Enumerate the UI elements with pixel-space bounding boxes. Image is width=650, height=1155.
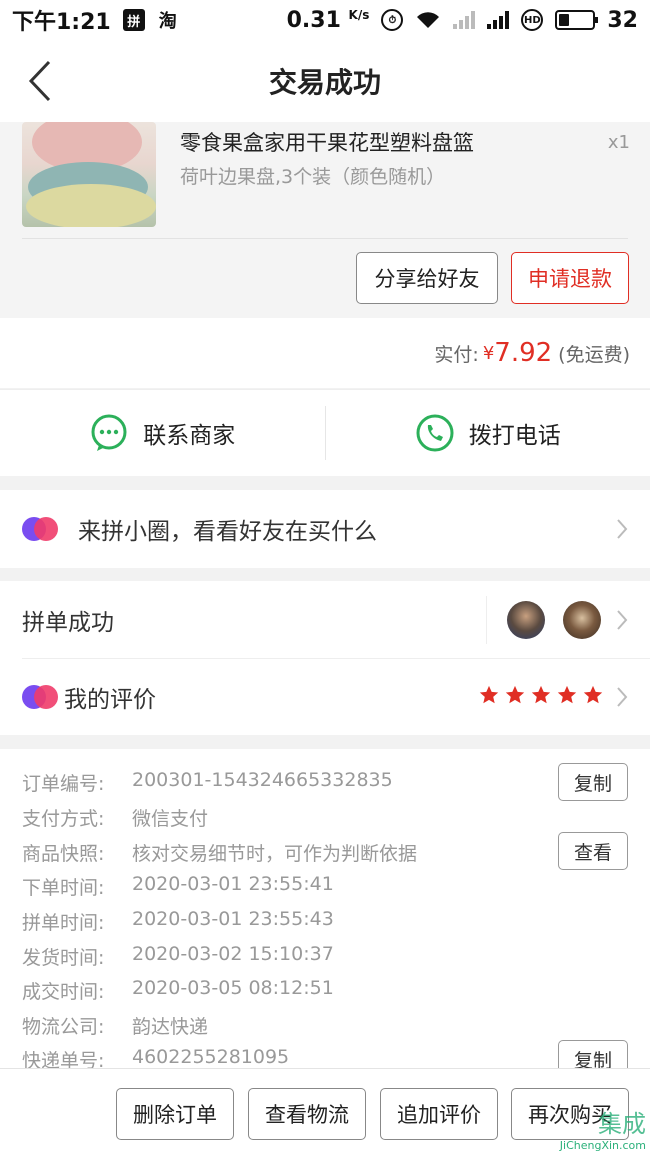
- group-review-block: 拼单成功 我的评价: [0, 581, 650, 735]
- snapshot-value: 核对交易细节时，可作为判断依据: [132, 843, 418, 865]
- battery-level: 32: [607, 7, 638, 33]
- watermark-logo: 集成: [598, 1110, 646, 1138]
- payment-summary: 实付: ¥ 7.92 (免运费): [0, 318, 650, 388]
- courier-label: 物流公司:: [22, 1016, 105, 1038]
- order-number-value: 200301-154324665332835: [132, 769, 393, 791]
- avatar: [563, 601, 601, 639]
- taobao-icon: 淘: [156, 9, 179, 32]
- share-button[interactable]: 分享给好友: [356, 252, 498, 304]
- product-title[interactable]: 零食果盒家用干果花型塑料盘篮: [180, 127, 474, 157]
- network-speed: 0.31 K/s: [286, 7, 370, 33]
- avatar: [507, 601, 545, 639]
- rating-stars: [478, 684, 604, 706]
- product-card: 零食果盒家用干果花型塑料盘篮 荷叶边果盘,3个装（颜色随机） x1 分享给好友 …: [0, 122, 650, 318]
- pin-circle-logo-icon: [22, 517, 58, 541]
- payment-method-value: 微信支付: [132, 808, 209, 830]
- star-icon: [479, 685, 499, 704]
- order-info-row: 物流公司: 韵达快递: [22, 1012, 208, 1039]
- order-info-row: 订单编号: 200301-154324665332835: [22, 769, 393, 796]
- pin-circle-logo-icon: [22, 684, 58, 709]
- order-info-row: 拼单时间: 2020-03-01 23:55:43: [22, 908, 334, 935]
- signal-icon: [453, 11, 476, 29]
- ship-time-label: 发货时间:: [22, 947, 105, 969]
- paid-amount: 7.92: [494, 338, 553, 368]
- currency-symbol: ¥: [482, 342, 495, 364]
- refund-button[interactable]: 申请退款: [511, 252, 629, 304]
- view-logistics-button[interactable]: 查看物流: [248, 1088, 366, 1140]
- shipping-note: (免运费): [558, 343, 630, 366]
- star-icon: [505, 685, 525, 704]
- deal-time-value: 2020-03-05 08:12:51: [132, 977, 334, 999]
- snapshot-label: 商品快照:: [22, 843, 105, 865]
- group-time-label: 拼单时间:: [22, 912, 105, 934]
- hd-icon: HD: [521, 9, 544, 31]
- star-icon: [583, 685, 603, 704]
- ship-time-value: 2020-03-02 15:10:37: [132, 943, 334, 965]
- status-time: 下午1:21: [12, 10, 111, 35]
- battery-icon: [555, 10, 599, 30]
- contact-row: 联系商家 拨打电话: [0, 389, 650, 476]
- divider: [22, 238, 628, 239]
- nav-bar: 交易成功: [0, 40, 650, 122]
- contact-merchant-button[interactable]: 联系商家: [0, 390, 325, 476]
- friend-circle-label: 来拼小圈，看看好友在买什么: [78, 519, 377, 545]
- chevron-right-icon: [617, 687, 628, 707]
- chat-bubble-icon: [91, 414, 127, 451]
- my-review-row[interactable]: 我的评价: [0, 658, 650, 735]
- courier-value: 韵达快递: [132, 1016, 209, 1038]
- my-review-label: 我的评价: [64, 686, 156, 713]
- phone-icon: [416, 414, 454, 452]
- deal-time-label: 成交时间:: [22, 981, 105, 1003]
- order-info-row: 商品快照: 核对交易细节时，可作为判断依据: [22, 839, 417, 866]
- signal-4g-icon: [487, 11, 510, 29]
- add-review-button[interactable]: 追加评价: [380, 1088, 498, 1140]
- chevron-right-icon: [617, 610, 628, 630]
- payment-method-label: 支付方式:: [22, 808, 105, 830]
- back-arrow-icon: [28, 60, 51, 102]
- alarm-icon: ⏱: [381, 9, 404, 31]
- star-icon: [531, 685, 551, 704]
- order-info-row: 支付方式: 微信支付: [22, 804, 208, 831]
- order-time-label: 下单时间:: [22, 877, 105, 899]
- contact-merchant-label: 联系商家: [143, 423, 236, 449]
- group-success-row[interactable]: 拼单成功: [0, 581, 650, 658]
- friend-circle-row[interactable]: 来拼小圈，看看好友在买什么: [0, 490, 650, 568]
- divider: [486, 596, 487, 644]
- watermark: 集成 JiChengXin.com: [526, 1104, 646, 1152]
- star-icon: [557, 685, 577, 704]
- order-number-label: 订单编号:: [22, 773, 105, 795]
- paid-label: 实付:: [434, 343, 479, 366]
- page-title: 交易成功: [268, 66, 381, 99]
- call-phone-label: 拨打电话: [468, 423, 561, 449]
- product-quantity: x1: [607, 132, 630, 153]
- order-info-block: 订单编号: 200301-154324665332835 支付方式: 微信支付 商品…: [0, 749, 650, 1079]
- group-time-value: 2020-03-01 23:55:43: [132, 908, 334, 930]
- product-spec: 荷叶边果盘,3个装（颜色随机）: [180, 166, 446, 188]
- order-info-row: 成交时间: 2020-03-05 08:12:51: [22, 977, 334, 1004]
- copy-order-number-button[interactable]: 复制: [558, 763, 628, 801]
- status-bar: 下午1:21 拼 淘 0.31 K/s ⏱ HD 32: [0, 0, 650, 40]
- call-phone-button[interactable]: 拨打电话: [326, 390, 650, 476]
- view-snapshot-button[interactable]: 查看: [558, 832, 628, 870]
- delete-order-button[interactable]: 删除订单: [116, 1088, 234, 1140]
- chevron-right-icon: [617, 519, 628, 539]
- product-image[interactable]: [22, 122, 156, 227]
- wifi-icon: [417, 12, 440, 28]
- back-button[interactable]: [20, 58, 60, 104]
- order-info-row: 下单时间: 2020-03-01 23:55:41: [22, 873, 334, 900]
- order-info-row: 发货时间: 2020-03-02 15:10:37: [22, 943, 334, 970]
- group-success-label: 拼单成功: [22, 609, 114, 636]
- pinduoduo-icon: 拼: [122, 9, 145, 31]
- order-time-value: 2020-03-01 23:55:41: [132, 873, 334, 895]
- watermark-text: JiChengXin.com: [559, 1139, 646, 1152]
